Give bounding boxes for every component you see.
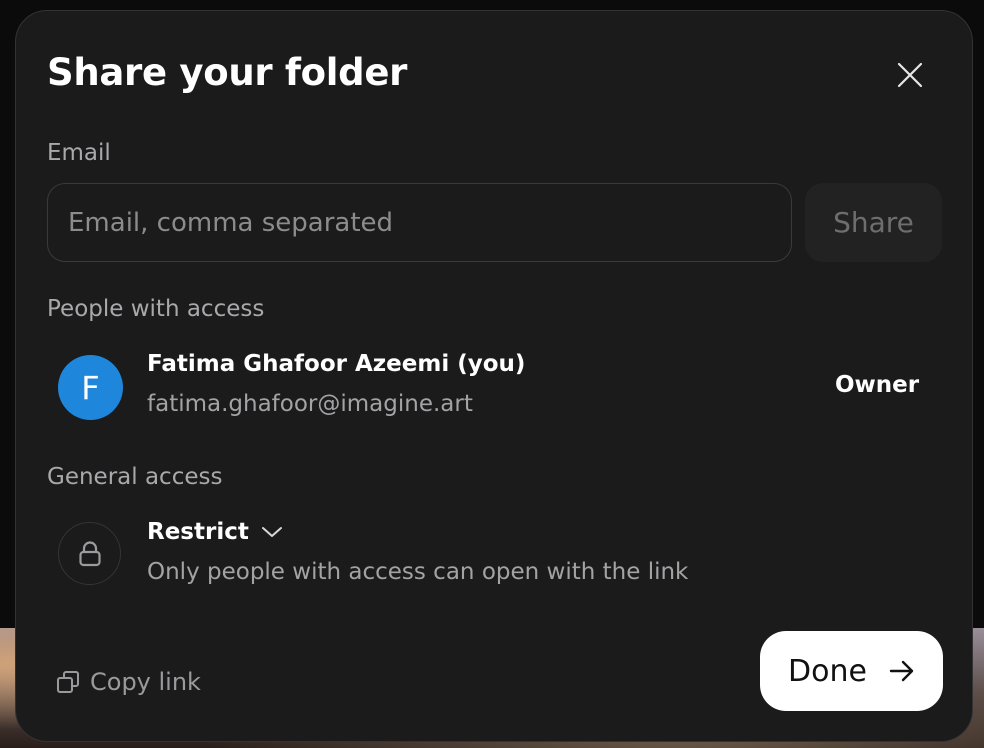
person-name: Fatima Ghafoor Azeemi (you): [147, 351, 526, 377]
avatar: F: [58, 355, 123, 420]
general-access-dropdown[interactable]: Restrict: [147, 519, 283, 545]
arrow-right-icon: [889, 660, 915, 682]
email-input[interactable]: [47, 183, 792, 262]
lock-icon: [78, 540, 101, 566]
copy-icon: [57, 671, 79, 693]
share-folder-dialog: Share your folder Email Share People wit…: [15, 10, 973, 742]
general-access-value: Restrict: [147, 519, 249, 545]
person-role: Owner: [835, 372, 920, 398]
close-button[interactable]: [892, 57, 928, 93]
people-with-access-label: People with access: [47, 296, 265, 322]
copy-link-label: Copy link: [90, 668, 201, 696]
close-icon: [897, 62, 923, 88]
email-label: Email: [47, 140, 111, 166]
dialog-title: Share your folder: [47, 51, 408, 94]
general-access-label: General access: [47, 464, 223, 490]
general-access-description: Only people with access can open with th…: [147, 559, 689, 585]
copy-link-button[interactable]: Copy link: [56, 668, 201, 696]
person-email: fatima.ghafoor@imagine.art: [147, 391, 473, 417]
done-label: Done: [788, 653, 867, 689]
share-button[interactable]: Share: [805, 183, 942, 262]
lock-badge: [58, 522, 121, 585]
done-button[interactable]: Done: [760, 631, 943, 711]
chevron-down-icon: [261, 525, 283, 539]
